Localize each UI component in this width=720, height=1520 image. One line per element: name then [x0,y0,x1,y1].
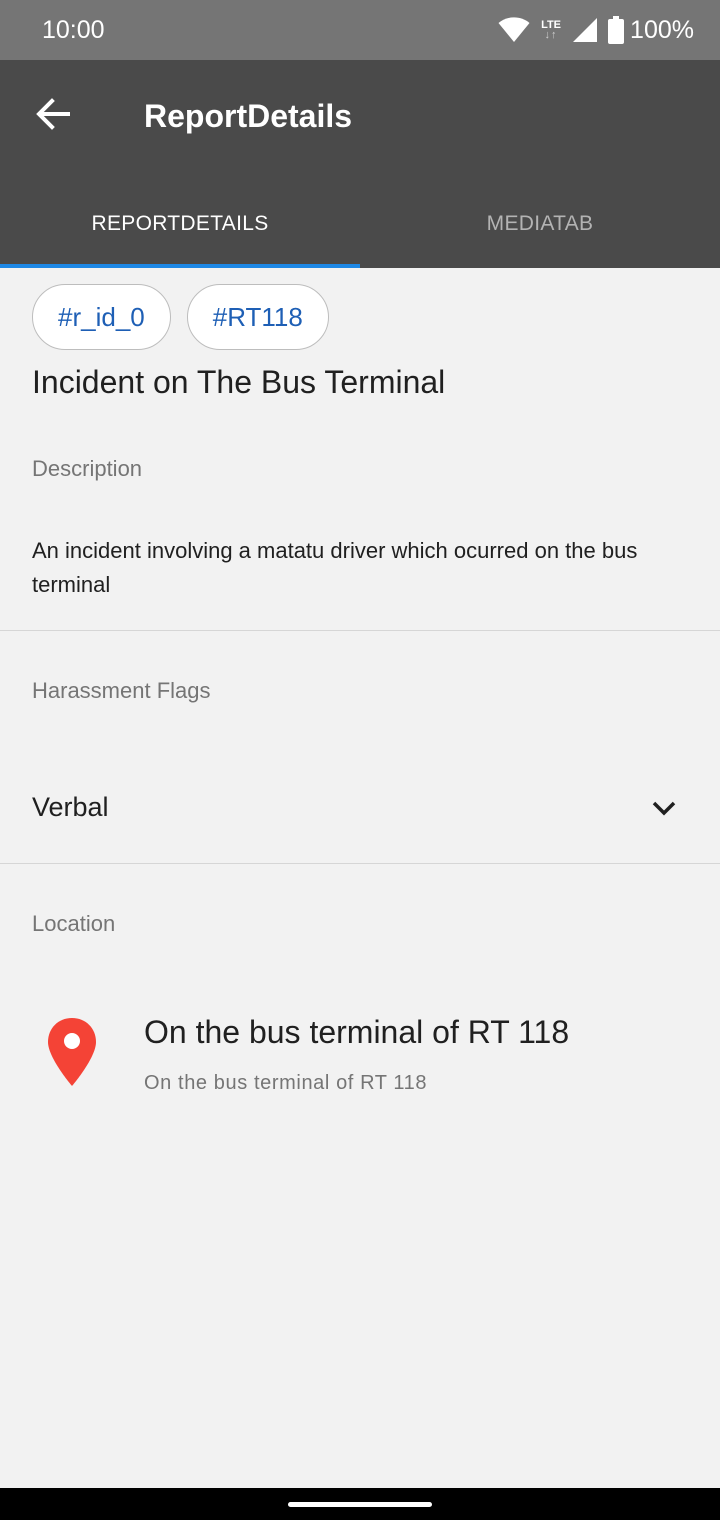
chip-report-id[interactable]: #r_id_0 [32,284,171,350]
divider [0,863,720,864]
battery-icon [608,16,625,44]
battery-percent: 100% [630,15,694,44]
back-button[interactable] [28,90,76,138]
chip-route[interactable]: #RT118 [186,284,329,350]
tab-bar: REPORTDETAILS MEDIATAB [0,180,720,268]
lte-icon: LTE ↓↑ [541,19,562,41]
arrow-left-icon [36,98,70,130]
navigation-bar [0,1488,720,1520]
status-time: 10:00 [42,16,105,44]
harassment-flags-dropdown[interactable]: Verbal [0,768,720,848]
screen: 10:00 LTE ↓↑ 100% ReportDetails REPORTDE… [0,0,720,1520]
tab-reportdetails[interactable]: REPORTDETAILS [0,180,360,268]
tab-label: REPORTDETAILS [91,212,269,235]
location-subtitle: On the bus terminal of RT 118 [144,1072,428,1094]
chevron-down-icon [652,801,676,816]
chip-group: #r_id_0 #RT118 [32,284,345,350]
app-bar: ReportDetails REPORTDETAILS MEDIATAB [0,60,720,268]
location-label: Location [32,911,116,936]
page-title: ReportDetails [144,98,353,134]
location-title: On the bus terminal of RT 118 [144,1014,570,1050]
signal-icon [573,18,598,42]
home-indicator[interactable] [288,1502,432,1507]
tab-label: MEDIATAB [486,212,594,235]
description-label: Description [32,456,143,481]
harassment-flags-label: Harassment Flags [32,678,211,703]
map-pin-icon [48,1018,96,1086]
tab-indicator [0,264,360,268]
status-bar: 10:00 LTE ↓↑ 100% [0,0,720,60]
harassment-flag-value: Verbal [32,792,109,822]
report-title: Incident on The Bus Terminal [32,364,446,400]
status-icons: LTE ↓↑ 100% [488,14,694,46]
wifi-icon [498,17,530,42]
tab-mediatab[interactable]: MEDIATAB [360,180,720,268]
divider [0,630,720,631]
description-text: An incident involving a matatu driver wh… [32,538,638,597]
